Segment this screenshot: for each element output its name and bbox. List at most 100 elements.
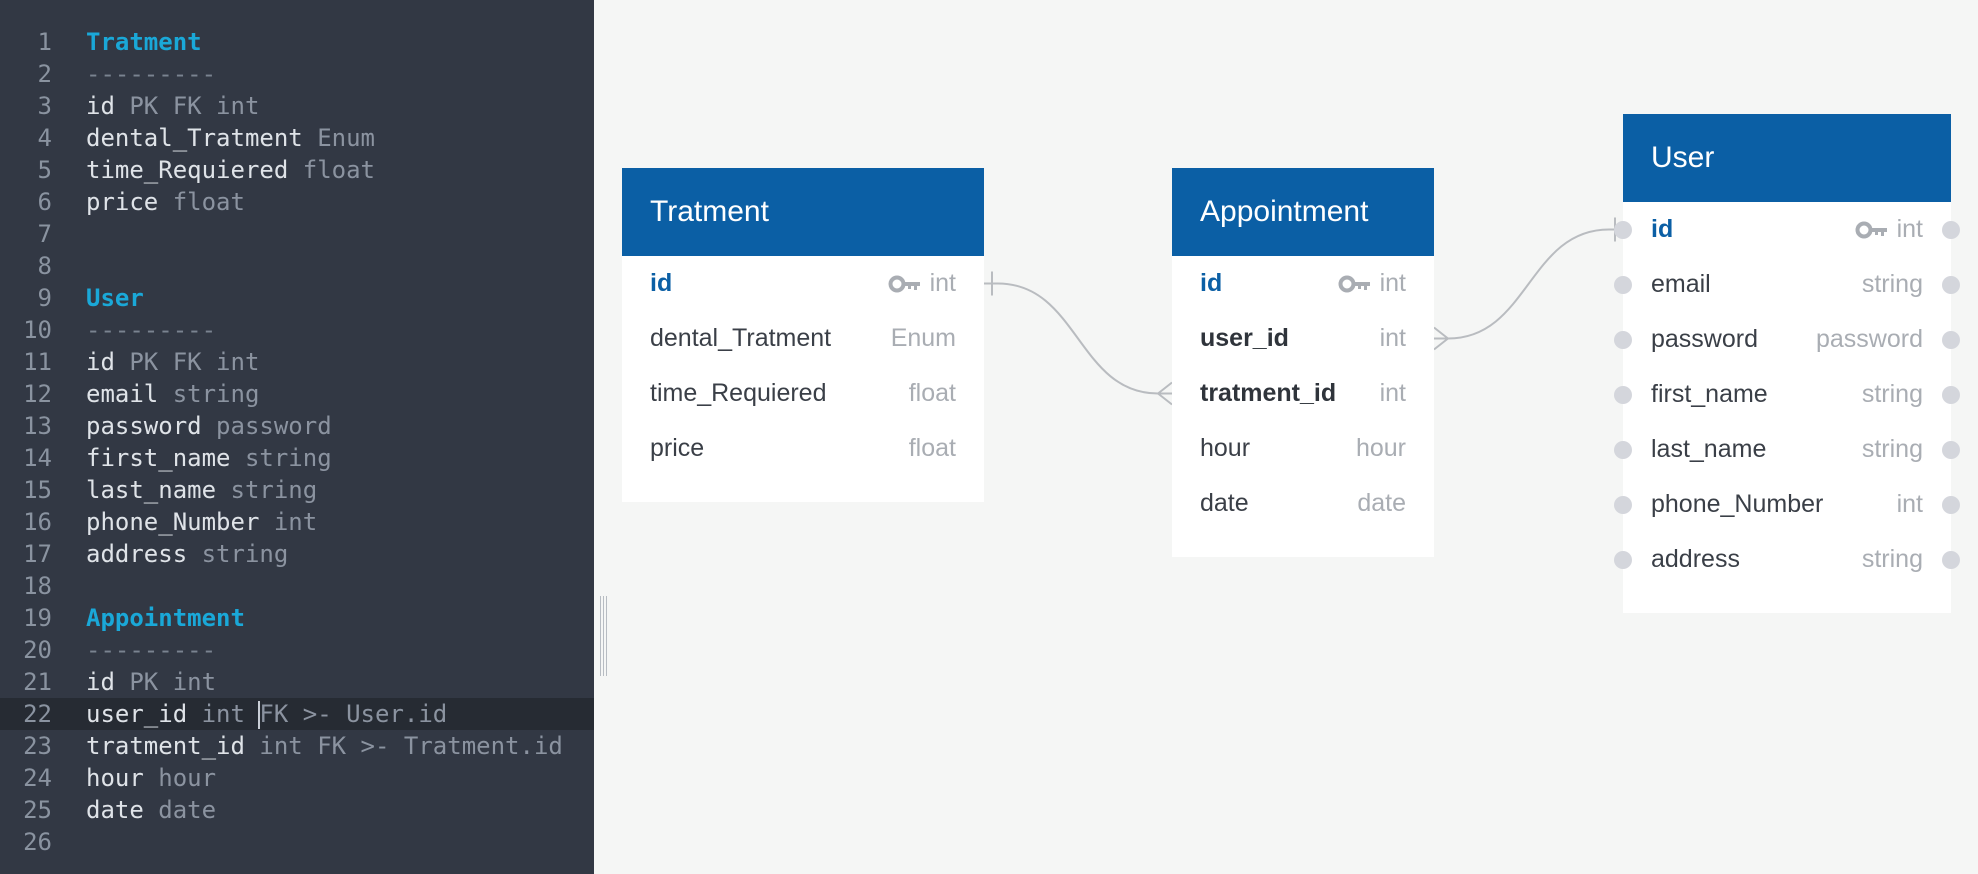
many-cardinality-marker <box>1433 326 1449 351</box>
connection-handle-right[interactable] <box>1942 330 1960 349</box>
table-appointment[interactable]: Appointment id int user_id int tratment_id int… <box>1172 168 1434 557</box>
field-type-token: int <box>187 700 260 728</box>
code-line-2[interactable]: 2 --------- <box>0 58 594 90</box>
code-line-7[interactable]: 7 <box>0 218 594 250</box>
code-line-21[interactable]: 21 id PK int <box>0 666 594 698</box>
code-line-24[interactable]: 24 hour hour <box>0 762 594 794</box>
field-type-label: string <box>1861 270 1923 298</box>
code-line-19[interactable]: 19 Appointment <box>0 602 594 634</box>
code-line-20[interactable]: 20 --------- <box>0 634 594 666</box>
table-user[interactable]: User id int email string password password firs… <box>1614 114 1960 613</box>
field-row-tratment-dental-tratment[interactable]: dental_Tratment Enum <box>622 311 984 366</box>
field-row-appointment-date[interactable]: date date <box>1172 476 1434 531</box>
connection-handle-right[interactable] <box>1942 385 1960 404</box>
field-type: int <box>1380 324 1406 353</box>
code-line-16[interactable]: 16 phone_Number int <box>0 506 594 538</box>
code-editor[interactable]: 1 Tratment 2 --------- 3 id PK FK int 4 dental_… <box>0 0 594 874</box>
code-text: Appointment <box>86 602 245 634</box>
code-line-15[interactable]: 15 last_name string <box>0 474 594 506</box>
code-line-23[interactable]: 23 tratment_id int FK >- Tratment.id <box>0 730 594 762</box>
field-name-token: user_id <box>86 700 188 728</box>
field-name-token: password <box>86 412 202 440</box>
line-number: 7 <box>37 220 52 248</box>
code-line-11[interactable]: 11 id PK FK int <box>0 346 594 378</box>
separator-token: --------- <box>86 60 217 88</box>
field-name: last_name <box>1651 435 1767 463</box>
code-line-6[interactable]: 6 price float <box>0 186 594 218</box>
code-line-8[interactable]: 8 <box>0 250 594 282</box>
field-row-appointment-hour[interactable]: hour hour <box>1172 421 1434 476</box>
line-number: 26 <box>23 828 52 856</box>
connection-handle-left[interactable] <box>1614 385 1632 404</box>
field-row-user-email[interactable]: email string <box>1614 257 1960 312</box>
code-line-3[interactable]: 3 id PK FK int <box>0 90 594 122</box>
table-tratment[interactable]: Tratment id int dental_Tratment Enum time_Req… <box>622 168 984 502</box>
field-name: phone_Number <box>1651 490 1824 518</box>
field-name-token: date <box>86 796 144 824</box>
code-line-13[interactable]: 13 password password <box>0 410 594 442</box>
code-text: tratment_id int FK >- Tratment.id <box>86 730 563 762</box>
line-number: 5 <box>37 156 52 184</box>
field-name: id <box>1200 269 1223 297</box>
connection-handle-right[interactable] <box>1942 495 1960 514</box>
field-type: Enum <box>891 324 956 353</box>
code-text: email string <box>86 378 259 410</box>
field-row-user-password[interactable]: password password <box>1614 312 1960 367</box>
connection-handle-right[interactable] <box>1942 550 1960 569</box>
field-row-tratment-time-requiered[interactable]: time_Requiered float <box>622 366 984 421</box>
code-line-25[interactable]: 25 date date <box>0 794 594 826</box>
field-row-tratment-id[interactable]: id int <box>622 256 984 311</box>
code-text: date date <box>86 794 216 826</box>
field-row-appointment-user-id[interactable]: user_id int <box>1172 311 1434 366</box>
field-name: date <box>1200 489 1249 517</box>
field-row-user-last-name[interactable]: last_name string <box>1614 422 1960 477</box>
code-text: last_name string <box>86 474 317 506</box>
field-type-token: float <box>288 156 375 184</box>
code-line-17[interactable]: 17 address string <box>0 538 594 570</box>
code-line-1[interactable]: 1 Tratment <box>0 26 594 58</box>
connection-handle-left[interactable] <box>1614 550 1632 569</box>
code-line-26[interactable]: 26 <box>0 826 594 858</box>
field-row-user-id[interactable]: id int <box>1614 202 1960 257</box>
field-type-label: int <box>1379 269 1406 297</box>
field-row-user-first-name[interactable]: first_name string <box>1614 367 1960 422</box>
field-type: float <box>909 434 956 463</box>
field-type-token: float <box>158 188 245 216</box>
code-line-5[interactable]: 5 time_Requiered float <box>0 154 594 186</box>
field-name-token: address <box>86 540 188 568</box>
field-row-appointment-tratment-id[interactable]: tratment_id int <box>1172 366 1434 421</box>
connection-handle-right[interactable] <box>1942 275 1960 294</box>
field-name-token: hour <box>86 764 144 792</box>
field-row-appointment-id[interactable]: id int <box>1172 256 1434 311</box>
line-number: 21 <box>23 668 52 696</box>
field-type-token: string <box>187 540 289 568</box>
connection-handle-left[interactable] <box>1614 330 1632 349</box>
code-line-14[interactable]: 14 first_name string <box>0 442 594 474</box>
table-title[interactable]: Appointment <box>1172 168 1434 256</box>
field-row-tratment-price[interactable]: price float <box>622 421 984 476</box>
connection-handle-right[interactable] <box>1942 220 1960 239</box>
field-type-label: string <box>1861 545 1923 573</box>
connection-handle-left[interactable] <box>1614 275 1632 294</box>
table-title[interactable]: Tratment <box>622 168 984 256</box>
connection-handle-left[interactable] <box>1614 220 1632 239</box>
field-name: id <box>1651 215 1674 243</box>
code-line-12[interactable]: 12 email string <box>0 378 594 410</box>
field-row-user-address[interactable]: address string <box>1614 532 1960 587</box>
table-title[interactable]: User <box>1623 114 1951 202</box>
code-line-9[interactable]: 9 User <box>0 282 594 314</box>
code-line-10[interactable]: 10 --------- <box>0 314 594 346</box>
line-number: 25 <box>23 796 52 824</box>
field-name-token: time_Requiered <box>86 156 289 184</box>
connection-handle-left[interactable] <box>1614 495 1632 514</box>
code-line-18[interactable]: 18 <box>0 570 594 602</box>
pane-resize-handle[interactable] <box>598 596 610 676</box>
code-line-22[interactable]: 22 user_id int FK >- User.id <box>0 698 594 730</box>
code-line-4[interactable]: 4 dental_Tratment Enum <box>0 122 594 154</box>
connection-handle-right[interactable] <box>1942 440 1960 459</box>
field-name: email <box>1651 270 1711 298</box>
primary-key-icon <box>1338 275 1370 292</box>
connection-handle-left[interactable] <box>1614 440 1632 459</box>
line-number: 15 <box>23 476 52 504</box>
field-row-user-phone-number[interactable]: phone_Number int <box>1614 477 1960 532</box>
